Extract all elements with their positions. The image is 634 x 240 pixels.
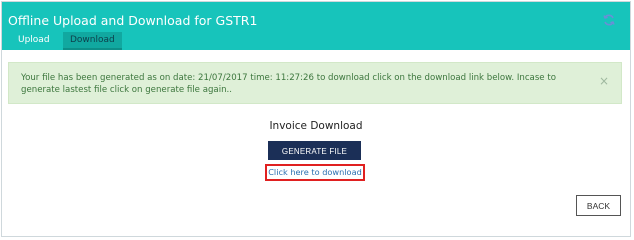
- generate-file-button[interactable]: GENERATE FILE: [268, 141, 361, 160]
- refresh-icon-svg: [603, 14, 615, 26]
- tab-download[interactable]: Download: [63, 32, 122, 50]
- page-frame: Offline Upload and Download for GSTR1 Up…: [1, 1, 631, 237]
- refresh-icon[interactable]: [602, 12, 616, 26]
- alert-message: Your file has been generated as on date:…: [21, 73, 556, 95]
- section-title: Invoice Download: [269, 120, 363, 132]
- page-header: Offline Upload and Download for GSTR1 Up…: [2, 2, 630, 50]
- tab-upload[interactable]: Upload: [18, 32, 50, 48]
- back-button[interactable]: BACK: [576, 195, 621, 216]
- close-icon[interactable]: ×: [599, 74, 609, 88]
- download-link[interactable]: Click here to download: [265, 164, 365, 181]
- success-alert: Your file has been generated as on date:…: [8, 62, 622, 104]
- page-title: Offline Upload and Download for GSTR1: [8, 13, 258, 28]
